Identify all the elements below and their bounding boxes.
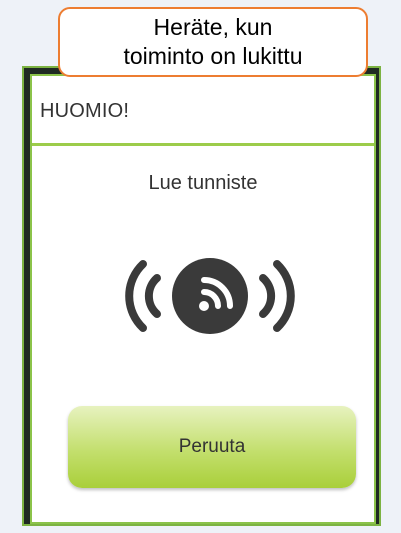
callout-line-1: Heräte, kun xyxy=(153,14,273,40)
cancel-button[interactable]: Peruuta xyxy=(68,406,356,488)
callout-line-2: toiminto on lukittu xyxy=(123,43,303,69)
dialog-header: HUOMIO! xyxy=(32,76,374,146)
alert-dialog: HUOMIO! Lue tunniste Peruuta xyxy=(30,74,376,524)
annotation-callout: Heräte, kun toiminto on lukittu xyxy=(58,7,368,77)
read-tag-prompt: Lue tunniste xyxy=(148,172,258,194)
dialog-title: HUOMIO! xyxy=(40,100,130,122)
nfc-reader-icon xyxy=(125,258,295,334)
